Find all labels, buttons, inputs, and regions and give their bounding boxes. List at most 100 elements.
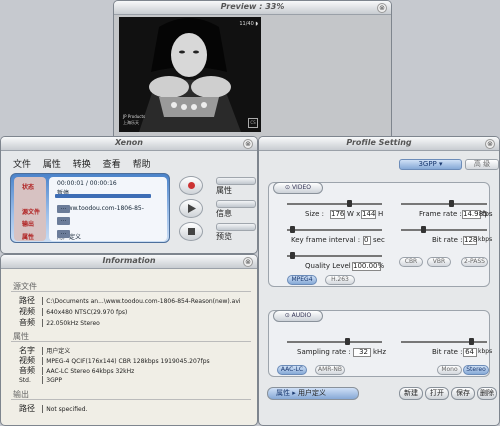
xenon-title: Xenon: [115, 138, 143, 147]
info-row: 路径 | Not specified.: [19, 404, 88, 413]
height-field[interactable]: 144: [361, 210, 376, 219]
source-path: ...www.toodou.com-1806-85-: [57, 205, 144, 212]
info-row: 音频 | 22.050kHz Stereo: [19, 318, 100, 327]
advanced-button[interactable]: 高 级: [465, 159, 499, 170]
video-toggle[interactable]: ⊙ VIDEO: [273, 182, 323, 194]
video-overlay-text: JP Products: [123, 114, 146, 119]
two-pass-button[interactable]: 2-PASS: [461, 257, 488, 267]
video-logo: CS: [248, 118, 258, 128]
keyframe-field[interactable]: 0: [363, 236, 371, 245]
arrow-right-icon: ▸: [292, 389, 296, 397]
video-overlay-counter: 11/40 ◗: [239, 21, 258, 27]
profile-titlebar[interactable]: Profile Setting ⊗: [259, 137, 499, 151]
size-slider[interactable]: [287, 200, 382, 207]
profile-selector-label: 属性: [276, 389, 290, 397]
time-readout: 00:00:01 / 00:00:16: [57, 180, 117, 187]
status-display: 状态 源文件 输出 属性 00:00:01 / 00:00:16 暂停... .…: [10, 173, 170, 243]
audio-bitrate-label: Bit rate :: [432, 348, 463, 356]
video-frame: 11/40 ◗ JP Products 上海乐天 CS: [119, 17, 261, 132]
label-profile: 属性: [22, 234, 35, 241]
sampling-slider[interactable]: [287, 338, 382, 345]
side-properties-label: 属性: [216, 186, 232, 195]
play-icon: [188, 204, 196, 213]
stop-icon: [188, 228, 195, 235]
aac-lc-button[interactable]: AAC-LC: [277, 365, 307, 375]
progress-bar[interactable]: [55, 194, 151, 198]
xenon-window: Xenon ⊗ 文件 属性 转换 查看 帮助 状态 源文件 输出 属性 00:0…: [0, 136, 258, 254]
keyframe-slider[interactable]: [287, 226, 382, 233]
quality-label: Quality Level :: [305, 262, 356, 270]
size-label: Size :: [305, 210, 324, 218]
info-titlebar[interactable]: Information ⊗: [1, 255, 257, 269]
bitrate-field[interactable]: 128: [463, 236, 477, 245]
framerate-field[interactable]: 14.985: [462, 210, 488, 219]
menu-convert[interactable]: 转换: [73, 160, 91, 170]
xenon-titlebar[interactable]: Xenon ⊗: [1, 137, 257, 151]
divider: [11, 341, 251, 342]
browse-profile-button[interactable]: ...: [57, 230, 70, 238]
side-info[interactable]: 信息: [216, 200, 256, 219]
bitrate-unit: kbps: [478, 236, 493, 243]
browse-output-button[interactable]: ...: [57, 217, 70, 225]
side-preview[interactable]: 预览: [216, 223, 256, 242]
info-row: 视频 | 640x480 NTSC(29.970 fps): [19, 307, 128, 316]
cbr-button[interactable]: CBR: [399, 257, 423, 267]
amr-nb-button[interactable]: AMR-NB: [315, 365, 345, 375]
mono-button[interactable]: Mono: [437, 365, 462, 375]
new-button[interactable]: 新建: [399, 387, 423, 400]
height-unit: H: [378, 210, 384, 218]
play-button[interactable]: [179, 199, 203, 218]
framerate-slider[interactable]: [401, 200, 487, 207]
menu-bar: 文件 属性 转换 查看 帮助: [13, 157, 160, 170]
profile-title: Profile Setting: [346, 138, 412, 147]
audio-toggle[interactable]: ⊙ AUDIO: [273, 310, 323, 322]
quality-field[interactable]: 100.00%: [352, 262, 384, 271]
label-source: 源文件: [22, 209, 41, 216]
video-overlay-text: 上海乐天: [123, 120, 139, 125]
bitrate-slider[interactable]: [401, 226, 487, 233]
keyframe-unit: sec: [373, 236, 385, 244]
close-icon[interactable]: ⊗: [485, 139, 495, 149]
menu-view[interactable]: 查看: [103, 160, 121, 170]
close-icon[interactable]: ⊗: [377, 3, 387, 13]
format-select[interactable]: 3GPP ▾: [399, 159, 462, 170]
sampling-label: Sampling rate :: [297, 348, 351, 356]
audio-bitrate-field[interactable]: 64: [463, 348, 477, 357]
delete-button[interactable]: 删除: [477, 387, 497, 400]
sampling-unit: kHz: [373, 348, 386, 356]
side-info-label: 信息: [216, 209, 232, 218]
divider: [11, 399, 251, 400]
width-field[interactable]: 176: [330, 210, 345, 219]
menu-file[interactable]: 文件: [13, 160, 31, 170]
audio-bitrate-unit: kbps: [478, 348, 493, 355]
label-status: 状态: [22, 184, 35, 191]
preview-title: Preview : 33%: [220, 2, 285, 11]
open-button[interactable]: 打开: [425, 387, 449, 400]
profile-selector[interactable]: 属性 ▸ 用户定义: [267, 387, 359, 400]
save-button[interactable]: 保存: [451, 387, 475, 400]
keyframe-label: Key frame interval :: [291, 236, 361, 244]
audio-bitrate-slider[interactable]: [401, 338, 487, 345]
stereo-button[interactable]: Stereo: [463, 365, 489, 375]
sampling-field[interactable]: 32: [353, 348, 371, 357]
framerate-label: Frame rate :: [419, 210, 462, 218]
close-icon[interactable]: ⊗: [243, 257, 253, 267]
preview-titlebar[interactable]: Preview : 33% ⊗: [114, 1, 391, 15]
info-row: Std. | 3GPP: [19, 375, 62, 384]
side-preview-label: 预览: [216, 232, 232, 241]
menu-properties[interactable]: 属性: [43, 160, 61, 170]
close-icon[interactable]: ⊗: [243, 139, 253, 149]
record-button[interactable]: [179, 176, 203, 195]
framerate-unit: fps: [482, 210, 493, 218]
h263-button[interactable]: H.263: [325, 275, 355, 285]
mpeg4-button[interactable]: MPEG4: [287, 275, 317, 285]
side-properties[interactable]: 属性: [216, 177, 256, 196]
status-values: 00:00:01 / 00:00:16 暂停... ...www.toodou.…: [49, 177, 167, 241]
vbr-button[interactable]: VBR: [427, 257, 451, 267]
information-window: Information ⊗ 源文件 路径 | C:\Documents an...…: [0, 254, 258, 426]
label-output: 输出: [22, 221, 35, 228]
browse-source-button[interactable]: ...: [57, 205, 70, 213]
quality-slider[interactable]: [287, 252, 382, 259]
menu-help[interactable]: 帮助: [133, 160, 151, 170]
stop-button[interactable]: [179, 222, 203, 241]
